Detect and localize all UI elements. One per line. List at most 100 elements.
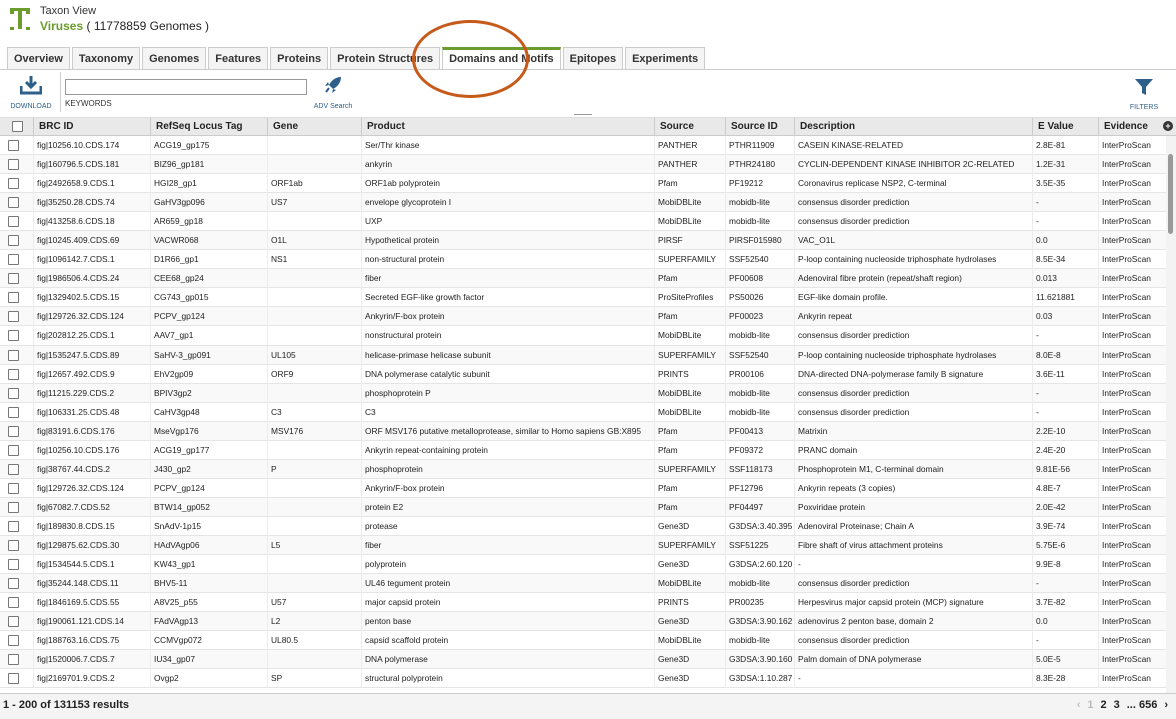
row-checkbox[interactable]: [8, 387, 19, 399]
table-row[interactable]: fig|190061.121.CDS.14 FAdVAgp13 L2 penton b…: [0, 612, 1166, 632]
vertical-scrollbar[interactable]: [1166, 136, 1176, 693]
row-checkbox[interactable]: [8, 330, 19, 342]
table-row[interactable]: fig|189830.8.CDS.15 SnAdV-1p15 protease Gen…: [0, 516, 1166, 536]
row-checkbox[interactable]: [8, 520, 19, 532]
column-header-source-id[interactable]: Source ID: [725, 118, 794, 136]
row-checkbox[interactable]: [8, 273, 19, 285]
download-button[interactable]: DOWNLOAD: [8, 75, 54, 110]
column-header-refseq-locus-tag[interactable]: RefSeq Locus Tag: [150, 118, 267, 136]
table-row[interactable]: fig|10245.409.CDS.69 VACWR068 O1L Hypotheti…: [0, 231, 1166, 251]
row-checkbox[interactable]: [8, 159, 19, 171]
row-checkbox[interactable]: [8, 654, 19, 666]
tab-domains-and-motifs[interactable]: Domains and Motifs: [442, 47, 561, 70]
page-link[interactable]: 3: [1114, 699, 1120, 711]
tab-epitopes[interactable]: Epitopes: [562, 47, 624, 70]
cell-description: Poxviridae protein: [794, 497, 1032, 517]
cell-source-id: mobidb-lite: [725, 402, 794, 422]
cell-evidence: InterProScan: [1098, 345, 1166, 365]
row-checkbox[interactable]: [8, 501, 19, 513]
table-row[interactable]: fig|1846169.5.CDS.55 A8V25_p55 U57 major ca…: [0, 593, 1166, 613]
cell-product: Ankyrin/F-box protein: [361, 478, 654, 498]
table-row[interactable]: fig|67082.7.CDS.52 BTW14_gp052 protein E2 P…: [0, 497, 1166, 517]
table-row[interactable]: fig|1096142.7.CDS.1 D1R66_gp1 NS1 non-struc…: [0, 250, 1166, 270]
keywords-input[interactable]: [65, 79, 307, 95]
column-header-description[interactable]: Description: [794, 118, 1032, 136]
cell-brc-id: fig|189830.8.CDS.15: [33, 516, 150, 536]
row-checkbox[interactable]: [8, 539, 19, 551]
tab-taxonomy[interactable]: Taxonomy: [71, 47, 141, 70]
column-header-evidence[interactable]: Evidence: [1098, 118, 1166, 136]
row-checkbox[interactable]: [8, 673, 19, 685]
row-checkbox[interactable]: [8, 140, 19, 151]
table-row[interactable]: fig|35244.148.CDS.11 BHV5-11 UL46 tegument…: [0, 574, 1166, 594]
cell-description: adenovirus 2 penton base, domain 2: [794, 612, 1032, 632]
table-row[interactable]: fig|35250.28.CDS.74 GaHV3gp096 US7 envelope…: [0, 193, 1166, 213]
table-row[interactable]: fig|11215.229.CDS.2 BPIV3gp2 phosphoprotei…: [0, 383, 1166, 403]
row-checkbox[interactable]: [8, 349, 19, 361]
table-row[interactable]: fig|2169701.9.CDS.2 Ovgp2 SP structural pol…: [0, 669, 1166, 689]
row-checkbox[interactable]: [8, 616, 19, 628]
row-checkbox[interactable]: [8, 559, 19, 571]
table-row[interactable]: fig|129726.32.CDS.124 PCPV_gp124 Ankyrin/F…: [0, 478, 1166, 498]
scrollbar-thumb[interactable]: [1168, 154, 1173, 234]
column-header-product[interactable]: Product: [361, 118, 654, 136]
table-row[interactable]: fig|12657.492.CDS.9 EhV2gp09 ORF9 DNA polym…: [0, 364, 1166, 384]
table-row[interactable]: fig|83191.6.CDS.176 MseVgp176 MSV176 ORF MS…: [0, 421, 1166, 441]
resize-handle[interactable]: [574, 114, 592, 115]
row-checkbox[interactable]: [8, 292, 19, 304]
page-link[interactable]: ... 656: [1127, 699, 1158, 711]
select-all-checkbox[interactable]: [12, 121, 23, 132]
tab-genomes[interactable]: Genomes: [142, 47, 207, 70]
row-checkbox[interactable]: [8, 311, 19, 323]
tab-experiments[interactable]: Experiments: [625, 47, 706, 70]
table-row[interactable]: fig|129726.32.CDS.124 PCPV_gp124 Ankyrin/F…: [0, 307, 1166, 327]
table-row[interactable]: fig|38767.44.CDS.2 J430_gp2 Pphosphoprotei…: [0, 459, 1166, 479]
row-checkbox[interactable]: [8, 216, 19, 228]
row-checkbox[interactable]: [8, 254, 19, 266]
row-checkbox[interactable]: [8, 578, 19, 590]
table-row[interactable]: fig|160796.5.CDS.181 BIZ96_gp181 ankyrin PA…: [0, 155, 1166, 175]
column-header-gene[interactable]: Gene: [267, 118, 361, 136]
table-row[interactable]: fig|2492658.9.CDS.1 HGI28_gp1 ORF1ab ORF1ab…: [0, 174, 1166, 194]
row-checkbox[interactable]: [8, 597, 19, 609]
table-row[interactable]: fig|1535247.5.CDS.89 SaHV-3_gp091 UL105 hel…: [0, 345, 1166, 365]
tab-features[interactable]: Features: [208, 47, 269, 70]
table-row[interactable]: fig|1329402.5.CDS.15 CG743_gp015 Secreted …: [0, 288, 1166, 308]
tab-proteins[interactable]: Proteins: [270, 47, 329, 70]
table-row[interactable]: fig|10256.10.CDS.174 ACG19_gp175 Ser/Thr k…: [0, 136, 1166, 156]
table-row[interactable]: fig|202812.25.CDS.1 AAV7_gp1 nonstructural…: [0, 326, 1166, 346]
row-checkbox[interactable]: [8, 368, 19, 380]
table-row[interactable]: fig|129875.62.CDS.30 HAdVAgp06 L5 fiber SUPE…: [0, 535, 1166, 556]
cell-product: fiber: [361, 269, 654, 289]
column-header-source[interactable]: Source: [654, 118, 725, 136]
cell-refseq-locus-tag: MseVgp176: [150, 421, 267, 441]
row-checkbox[interactable]: [8, 178, 19, 190]
table-row[interactable]: fig|188763.16.CDS.75 CCMVgp072 UL80.5 capsi…: [0, 631, 1166, 651]
row-checkbox[interactable]: [8, 235, 19, 247]
row-checkbox[interactable]: [8, 406, 19, 418]
row-checkbox[interactable]: [8, 463, 19, 475]
cell-source-id: PF00608: [725, 269, 794, 289]
table-row[interactable]: fig|106331.25.CDS.48 CaHV3gp48 C3 C3 MobiDBL…: [0, 402, 1166, 422]
tab-bar: Overview Taxonomy Genomes Features Proteins P…: [7, 47, 707, 70]
cell-refseq-locus-tag: CaHV3gp48: [150, 402, 267, 422]
page-link[interactable]: 2: [1101, 699, 1107, 711]
filters-button[interactable]: FILTERS: [1126, 78, 1162, 111]
adv-search-button[interactable]: ADV Search: [313, 75, 353, 110]
row-checkbox[interactable]: [8, 425, 19, 437]
column-header-brc-id[interactable]: BRC ID: [33, 118, 150, 136]
row-checkbox[interactable]: [8, 635, 19, 647]
prev-page-button[interactable]: ‹: [1077, 699, 1081, 711]
next-page-button[interactable]: ›: [1164, 699, 1168, 711]
tab-overview[interactable]: Overview: [7, 47, 70, 70]
table-row[interactable]: fig|413258.6.CDS.18 AR659_gp18 UXP MobiDBLi…: [0, 212, 1166, 232]
table-row[interactable]: fig|1520006.7.CDS.7 IU34_gp07 DNA polymera…: [0, 650, 1166, 670]
column-header-e-value[interactable]: E Value: [1032, 118, 1098, 136]
table-row[interactable]: fig|1986506.4.CDS.24 CEE68_gp24 fiber Pfam P…: [0, 269, 1166, 289]
row-checkbox[interactable]: [8, 444, 19, 456]
tab-protein-structures[interactable]: Protein Structures: [330, 47, 441, 70]
row-checkbox[interactable]: [8, 482, 19, 494]
row-checkbox[interactable]: [8, 197, 19, 209]
table-row[interactable]: fig|1534544.5.CDS.1 KW43_gp1 polyprotein Ge…: [0, 555, 1166, 575]
table-row[interactable]: fig|10256.10.CDS.176 ACG19_gp177 Ankyrin r…: [0, 440, 1166, 460]
